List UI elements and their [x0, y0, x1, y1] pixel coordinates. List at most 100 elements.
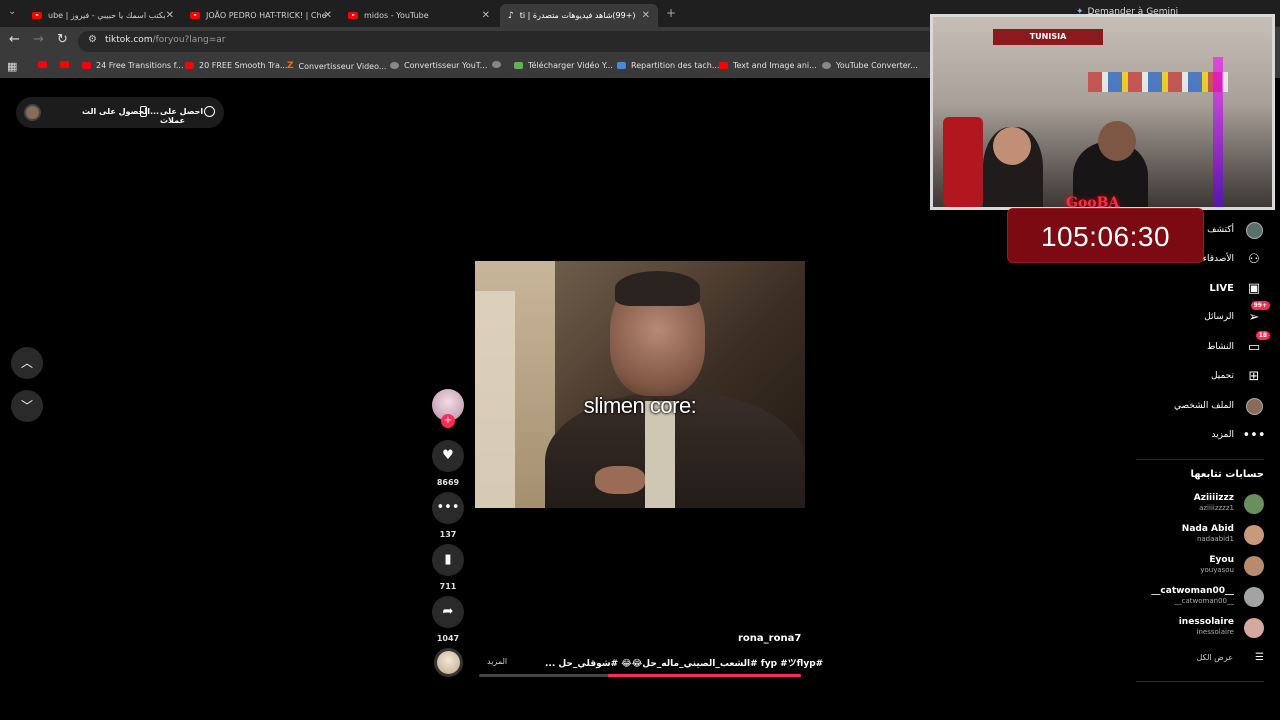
sidebar-item-more[interactable]: ••• المزيد [1211, 425, 1265, 445]
avatar[interactable] [24, 104, 41, 121]
video-person-hair [615, 271, 700, 306]
browser-tab-3[interactable]: midos - YouTube ✕ [340, 4, 498, 26]
friends-icon: ⚇ [1248, 251, 1260, 267]
sidebar-item-label: تحميل [1210, 371, 1234, 381]
video-progress-fill [607, 674, 801, 677]
bookmark-icon: ▮ [444, 552, 452, 567]
url-field[interactable]: ⚙ tiktok.com/foryou?lang=ar [78, 31, 938, 52]
sidebar-item-label: أكتشف [1207, 225, 1234, 235]
profile-icon [1244, 396, 1264, 416]
apps-grid-icon[interactable]: ▦ [7, 60, 17, 73]
following-item[interactable]: Nada Abid nadaabid1 [1134, 524, 1264, 548]
bookmark-10[interactable]: Text and Image ani... [719, 61, 817, 70]
follow-plus-icon[interactable]: + [441, 414, 455, 428]
previous-video-button[interactable]: ︿ [11, 347, 43, 379]
live-icon: ▣ [1247, 280, 1261, 296]
sidebar-item-upload[interactable]: ⊞ تحميل [1211, 366, 1264, 386]
following-item[interactable]: Eyou youyasou [1134, 555, 1264, 579]
z-icon: Z [287, 61, 294, 71]
like-button[interactable]: ♥ [432, 440, 464, 472]
back-icon[interactable]: ← [9, 32, 20, 47]
youtube-icon [185, 62, 194, 69]
share-button[interactable]: ➦ [432, 596, 464, 628]
bookmark-11[interactable]: YouTube Converter... [822, 61, 918, 70]
save-button[interactable]: ▮ [432, 544, 464, 576]
close-tab-icon[interactable]: ✕ [482, 10, 490, 21]
sidebar-item-activity[interactable]: ▭ 18 النشاط [1206, 331, 1270, 357]
new-tab-button[interactable]: + [666, 6, 676, 20]
site-info-icon[interactable]: ⚙ [88, 34, 97, 45]
list-icon: ☰ [1255, 652, 1264, 663]
sidebar-item-messages[interactable]: ➢ 99+ الرسائل [1204, 301, 1270, 327]
url-domain: tiktok.com [105, 35, 153, 45]
sound-disc[interactable] [434, 648, 463, 677]
share-action: ➦ 1047 [432, 596, 464, 643]
tiktok-icon: ♪ [508, 10, 514, 21]
save-count: 711 [439, 582, 457, 591]
creator-avatar[interactable]: + [432, 389, 464, 428]
following-item[interactable]: Aziiiizzz aziiiizzzz1 [1134, 493, 1264, 517]
stream-banner: TUNISIA [993, 29, 1103, 45]
upload-icon: ⊞ [1248, 368, 1260, 384]
bookmark-2[interactable] [60, 61, 74, 68]
sidebar-item-label: الأصدقاء [1202, 254, 1234, 264]
bookmark-7[interactable] [492, 61, 506, 68]
bookmark-label: Convertisseur YouT... [404, 61, 488, 70]
see-all-button[interactable]: عرض الكل ☰ [1196, 652, 1264, 663]
sidebar-item-live[interactable]: ▣ LIVE [1209, 278, 1264, 298]
avatar [1244, 494, 1264, 514]
chevron-up-icon: ︿ [20, 356, 33, 370]
youtube-icon [60, 61, 69, 68]
bookmark-5[interactable]: Z Convertisseur Video... [287, 61, 386, 71]
bookmark-1[interactable] [38, 61, 52, 68]
close-tab-icon[interactable]: ✕ [642, 10, 650, 21]
streamer-2-head [1098, 121, 1136, 161]
explore-icon [1244, 220, 1264, 240]
more-button[interactable]: المزيد [487, 657, 507, 666]
bookmark-6[interactable]: Convertisseur YouT... [390, 61, 487, 70]
bookmark-4[interactable]: 20 FREE Smooth Tra... [185, 61, 287, 70]
globe-icon [822, 62, 831, 69]
bookmark-8[interactable]: Télécharger Vidéo Y... [514, 61, 613, 70]
stream-flags [1088, 72, 1228, 92]
sidebar-item-friends[interactable]: ⚇ الأصدقاء [1203, 249, 1264, 269]
bookmark-3[interactable]: 24 Free Transitions f... [82, 61, 184, 70]
sidebar-item-label: النشاط [1206, 342, 1234, 352]
browser-tab-1[interactable]: ube | بكتب اسمك يا حبيبي - فيروز ✕ [24, 4, 182, 26]
chevron-down-icon: ﹀ [20, 399, 33, 413]
close-tab-icon[interactable]: ✕ [324, 10, 332, 21]
video-progress-bar[interactable] [479, 674, 801, 677]
following-item[interactable]: __catwoman00__ __catwoman00__ [1134, 586, 1264, 610]
following-item[interactable]: inessolaire inessolaire [1134, 617, 1264, 641]
bookmark-label: 24 Free Transitions f... [96, 61, 184, 70]
following-handle: nadaabid1 [1196, 535, 1234, 543]
video-player[interactable]: slimen core: [475, 261, 805, 508]
following-heading: حسابات تتابعها [1190, 469, 1264, 480]
youtube-icon [38, 61, 47, 68]
streamer-1-head [993, 127, 1031, 165]
sidebar-item-profile[interactable]: الملف الشخصي [1174, 396, 1264, 416]
bookmark-9[interactable]: Repartition des tach... [617, 61, 719, 70]
sidebar-item-explore[interactable]: أكتشف [1207, 220, 1264, 240]
tab-search-icon[interactable]: ⌄ [8, 6, 16, 17]
sidebar-item-label: LIVE [1209, 282, 1234, 294]
get-app-button[interactable]: الحصول على الت... [82, 107, 159, 116]
comment-button[interactable]: ••• [432, 492, 464, 524]
next-video-button[interactable]: ﹀ [11, 390, 43, 422]
browser-tab-4-active[interactable]: ♪ (+99)شاهد فيديوهات متصدرة | ti ✕ [500, 4, 658, 27]
close-tab-icon[interactable]: ✕ [166, 10, 174, 21]
top-actions-pill: الحصول على الت... احصل على عملات [16, 97, 224, 128]
browser-tab-2[interactable]: JOÃO PEDRO HAT-TRICK! | Che ✕ [182, 4, 340, 26]
reload-icon[interactable]: ↻ [57, 32, 68, 47]
following-handle: youyasou [1200, 566, 1234, 574]
stream-neon-light [1213, 57, 1223, 207]
phone-icon [140, 106, 147, 117]
forward-icon[interactable]: → [33, 32, 44, 47]
docs-icon [617, 62, 626, 69]
video-username[interactable]: rona_rona7 [738, 633, 801, 644]
heart-icon: ♥ [442, 448, 454, 463]
video-person-hand [595, 466, 645, 494]
comment-icon: ••• [436, 500, 460, 515]
sidebar-divider [1136, 681, 1264, 682]
convert-icon [390, 62, 399, 69]
